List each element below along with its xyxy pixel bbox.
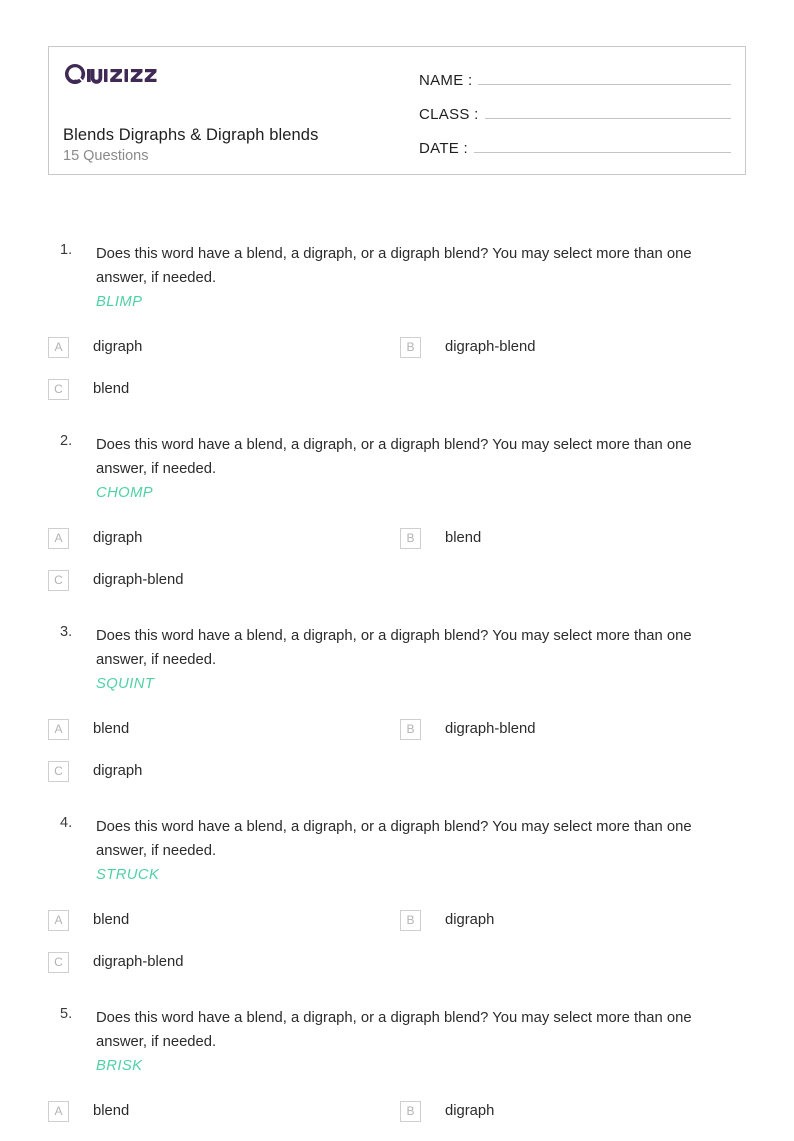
option-letter-box[interactable]: C: [48, 760, 69, 782]
answer-option[interactable]: Cblend: [48, 368, 400, 410]
question-block: 2. Does this word have a blend, a digraph…: [0, 419, 794, 601]
answer-options: Adigraph Bblend Cdigraph-blend: [0, 517, 794, 601]
question-number: 3.: [60, 624, 73, 640]
option-text: digraph-blend: [93, 572, 184, 588]
option-text: digraph: [445, 912, 495, 928]
option-text: blend: [93, 381, 130, 397]
option-text: digraph-blend: [445, 339, 536, 355]
option-letter-box[interactable]: A: [48, 909, 69, 931]
option-letter-box[interactable]: A: [48, 336, 69, 358]
option-letter-box[interactable]: A: [48, 1100, 69, 1122]
option-letter-box[interactable]: C: [48, 569, 69, 591]
option-text: digraph: [93, 339, 143, 355]
question-prompt: Does this word have a blend, a digraph, …: [96, 628, 692, 668]
answer-options: Ablend Bdigraph: [0, 1090, 794, 1132]
option-letter-box[interactable]: A: [48, 527, 69, 549]
name-field-input[interactable]: [478, 67, 731, 85]
question-target-word: BRISK: [96, 1058, 143, 1074]
header-left-panel: Blends Digraphs & Digraph blends 15 Ques…: [49, 47, 407, 174]
question-prompt: Does this word have a blend, a digraph, …: [96, 246, 692, 286]
class-field-label: CLASS :: [419, 106, 479, 123]
option-letter-box[interactable]: C: [48, 378, 69, 400]
question-prompt: Does this word have a blend, a digraph, …: [96, 819, 692, 859]
answer-option[interactable]: Adigraph: [48, 326, 400, 368]
name-field-row: NAME :: [419, 67, 731, 101]
answer-options: Adigraph Bdigraph-blend Cblend: [0, 326, 794, 410]
question-block: 1. Does this word have a blend, a digraph…: [0, 228, 794, 410]
answer-options: Ablend Bdigraph-blend Cdigraph: [0, 708, 794, 792]
answer-option[interactable]: Cdigraph-blend: [48, 559, 400, 601]
worksheet-header: Blends Digraphs & Digraph blends 15 Ques…: [48, 46, 746, 175]
question-target-word: SQUINT: [96, 676, 155, 692]
question-number: 4.: [60, 815, 73, 831]
answer-option[interactable]: Cdigraph: [48, 750, 400, 792]
answer-option[interactable]: Bblend: [400, 517, 752, 559]
question-number: 5.: [60, 1006, 73, 1022]
option-letter-box[interactable]: C: [48, 951, 69, 973]
option-text: blend: [93, 912, 130, 928]
date-field-label: DATE :: [419, 140, 469, 157]
option-text: digraph-blend: [93, 954, 184, 970]
answer-option[interactable]: Adigraph: [48, 517, 400, 559]
question-block: 5. Does this word have a blend, a digraph…: [0, 992, 794, 1132]
option-text: digraph: [93, 530, 143, 546]
class-field-input[interactable]: [484, 101, 731, 119]
option-letter-box[interactable]: B: [400, 1100, 421, 1122]
answer-option[interactable]: Bdigraph: [400, 899, 752, 941]
name-field-label: NAME :: [419, 72, 473, 89]
option-letter-box[interactable]: B: [400, 527, 421, 549]
option-letter-box[interactable]: B: [400, 909, 421, 931]
question-prompt: Does this word have a blend, a digraph, …: [96, 437, 692, 477]
answer-option[interactable]: Bdigraph-blend: [400, 708, 752, 750]
question-target-word: CHOMP: [96, 485, 154, 501]
quiz-title: Blends Digraphs & Digraph blends: [63, 126, 319, 144]
answer-option[interactable]: Ablend: [48, 708, 400, 750]
option-letter-box[interactable]: A: [48, 718, 69, 740]
option-letter-box[interactable]: B: [400, 718, 421, 740]
quiz-question-count: 15 Questions: [63, 148, 149, 164]
answer-option[interactable]: Cdigraph-blend: [48, 941, 400, 983]
answer-option[interactable]: Ablend: [48, 1090, 400, 1132]
answer-option[interactable]: Ablend: [48, 899, 400, 941]
option-text: digraph: [93, 763, 143, 779]
date-field-row: DATE :: [419, 135, 731, 169]
option-letter-box[interactable]: B: [400, 336, 421, 358]
option-text: digraph: [445, 1103, 495, 1119]
date-field-input[interactable]: [474, 135, 731, 153]
question-prompt: Does this word have a blend, a digraph, …: [96, 1010, 692, 1050]
answer-option[interactable]: Bdigraph-blend: [400, 326, 752, 368]
question-number: 1.: [60, 242, 73, 258]
option-text: blend: [93, 721, 130, 737]
question-list: 1. Does this word have a blend, a digraph…: [0, 228, 794, 1141]
option-text: blend: [445, 530, 482, 546]
option-text: blend: [93, 1103, 130, 1119]
option-text: digraph-blend: [445, 721, 536, 737]
quizizz-logo: [63, 61, 407, 87]
question-block: 3. Does this word have a blend, a digraph…: [0, 610, 794, 792]
answer-option[interactable]: Bdigraph: [400, 1090, 752, 1132]
question-block: 4. Does this word have a blend, a digraph…: [0, 801, 794, 983]
student-info-fields: NAME : CLASS : DATE :: [407, 47, 745, 174]
answer-options: Ablend Bdigraph Cdigraph-blend: [0, 899, 794, 983]
question-target-word: BLIMP: [96, 294, 143, 310]
question-number: 2.: [60, 433, 73, 449]
class-field-row: CLASS :: [419, 101, 731, 135]
question-target-word: STRUCK: [96, 867, 160, 883]
quizizz-logo-icon: [64, 63, 157, 84]
